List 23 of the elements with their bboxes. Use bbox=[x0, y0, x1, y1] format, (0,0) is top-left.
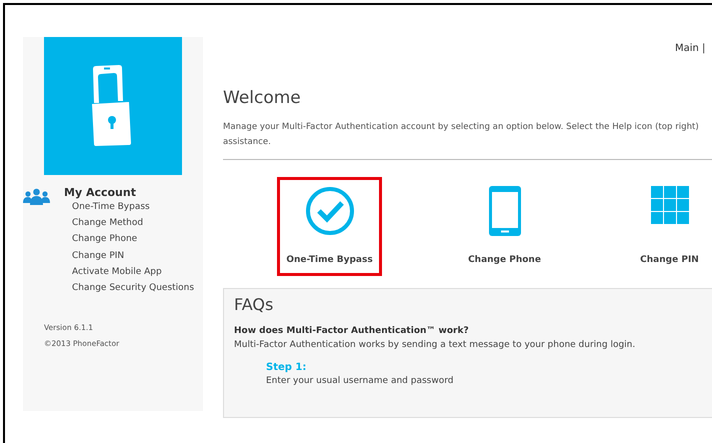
sidebar-link[interactable]: Activate Mobile App bbox=[72, 264, 194, 280]
option-tile[interactable]: Change PIN bbox=[617, 177, 712, 276]
sidebar-link[interactable]: One-Time Bypass bbox=[72, 199, 194, 216]
users-icon bbox=[23, 188, 50, 205]
option-tile[interactable]: One-Time Bypass bbox=[277, 177, 382, 276]
sidebar-link[interactable]: Change Security Questions bbox=[72, 280, 194, 296]
sidebar-link[interactable]: Change Phone bbox=[72, 231, 194, 248]
sidebar-link[interactable]: Change Method bbox=[72, 215, 194, 232]
check-circle-icon bbox=[304, 186, 354, 236]
grid-icon bbox=[650, 186, 688, 224]
option-tile[interactable]: Change Phone bbox=[452, 177, 557, 276]
faq-answer: Multi-Factor Authentication works by sending a text message to your phone during login. bbox=[234, 340, 636, 350]
faq-question: How does Multi-Factor Authentication™ work? bbox=[234, 326, 470, 336]
section-title: My Account bbox=[64, 186, 137, 199]
intro-text: Manage your Multi-Factor Authentication account by selecting an option below. Select the Help icon (top right) bbox=[223, 121, 700, 134]
faq-title: FAQs bbox=[234, 295, 274, 314]
intro-text: assistance. bbox=[223, 136, 272, 149]
step-text: Enter your usual username and password bbox=[266, 376, 454, 386]
page-title: Welcome bbox=[223, 88, 302, 108]
phone-icon bbox=[488, 186, 520, 236]
sidebar-link[interactable]: Change PIN bbox=[72, 248, 194, 264]
main-nav-link[interactable]: Main | bbox=[675, 43, 706, 54]
step-title: Step 1: bbox=[266, 362, 308, 373]
